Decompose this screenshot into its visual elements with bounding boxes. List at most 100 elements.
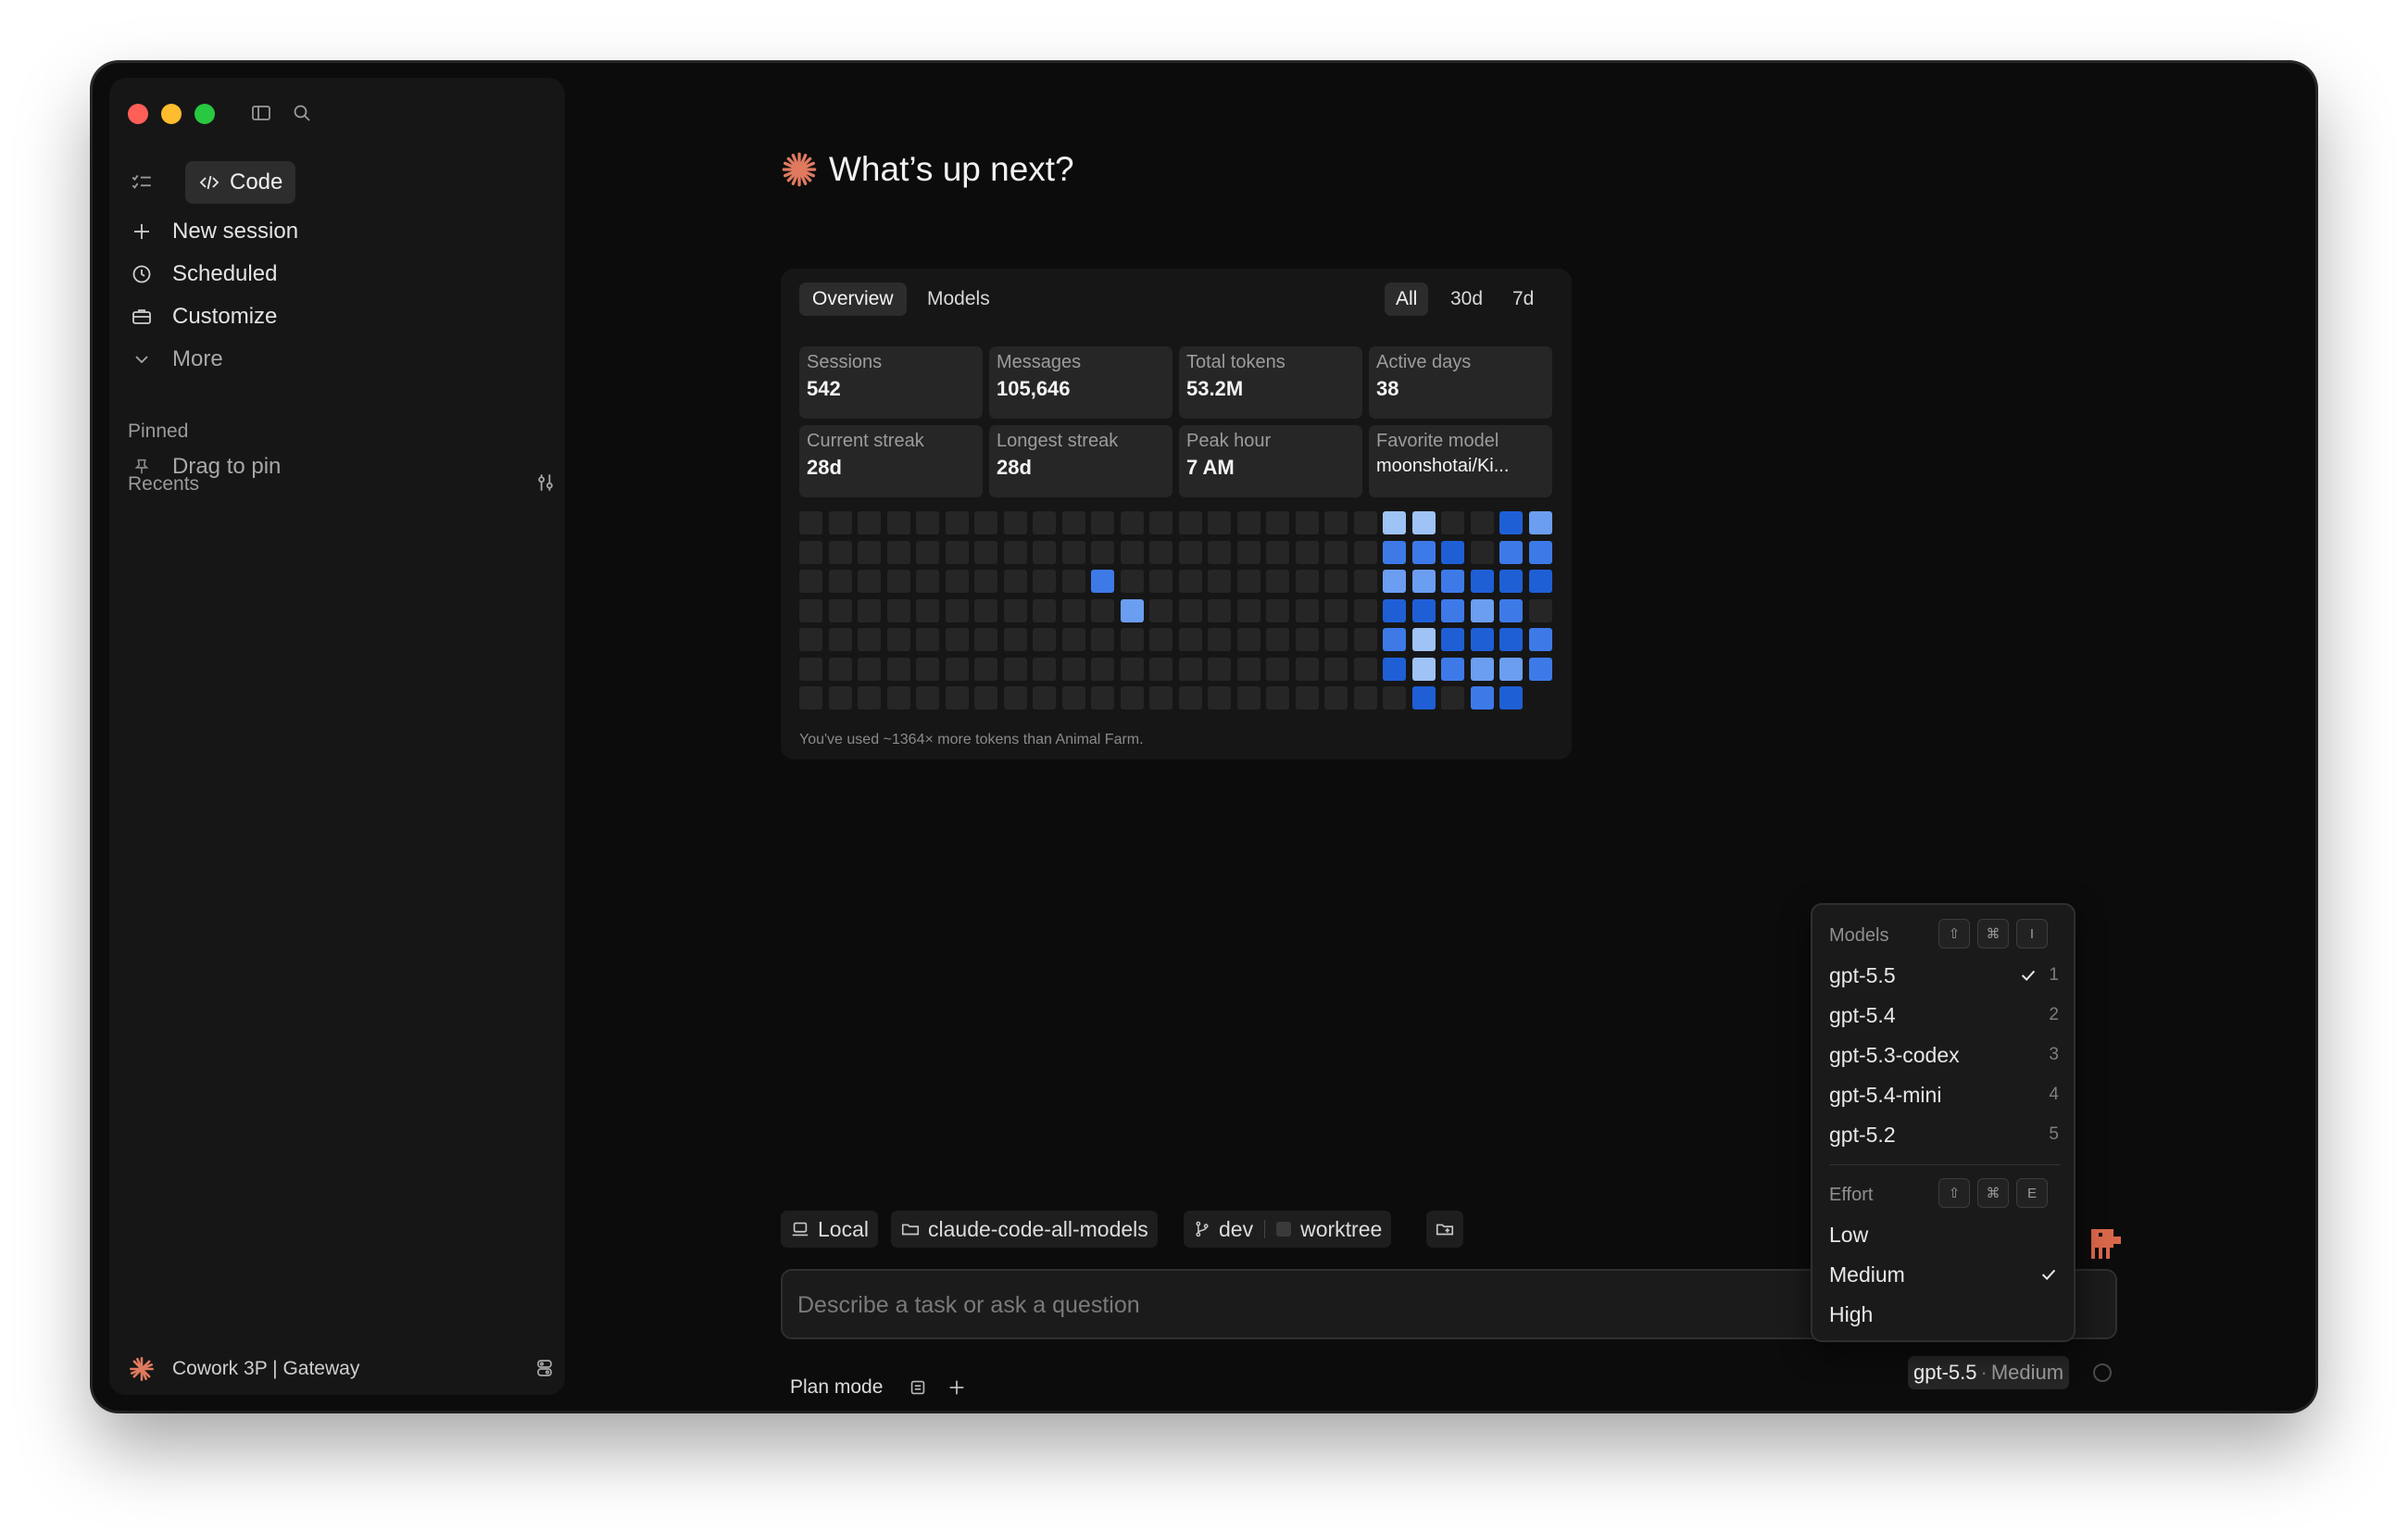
heatmap-cell xyxy=(946,628,969,651)
scheduled-label: Scheduled xyxy=(172,261,278,286)
close-window-button[interactable] xyxy=(128,104,148,124)
heatmap-cell xyxy=(1354,658,1377,681)
heatmap-cell xyxy=(829,686,852,709)
branch-chip[interactable]: dev worktree xyxy=(1184,1211,1392,1248)
stat-label: Active days xyxy=(1376,352,1472,372)
worktree-toggle-icon[interactable] xyxy=(1276,1222,1292,1237)
heatmap-cell xyxy=(1004,686,1027,709)
model-name: gpt-5.5 xyxy=(1913,1361,1977,1384)
more-label: More xyxy=(172,346,223,371)
plan-mode-toggle[interactable]: Plan mode xyxy=(790,1371,883,1404)
heatmap-cell xyxy=(829,541,852,564)
heatmap-cell xyxy=(799,511,822,534)
heatmap-cell xyxy=(1354,541,1377,564)
heatmap-cell xyxy=(1033,599,1056,622)
more-button[interactable]: More xyxy=(128,339,223,380)
customize-button[interactable]: Customize xyxy=(128,296,277,337)
settings-grid-icon[interactable] xyxy=(533,1357,556,1384)
heatmap-cell xyxy=(974,511,997,534)
heatmap-cell xyxy=(1091,599,1114,622)
model-option-label: gpt-5.4-mini xyxy=(1829,1082,1942,1107)
scheduled-button[interactable]: Scheduled xyxy=(128,254,277,295)
worktree-label: worktree xyxy=(1300,1216,1383,1241)
range-30d[interactable]: 30d xyxy=(1437,283,1496,316)
heatmap-cell xyxy=(916,686,939,709)
heatmap-cell xyxy=(1499,658,1523,681)
add-folder-button[interactable] xyxy=(1426,1211,1463,1248)
workspace-label: Cowork 3P | Gateway xyxy=(172,1358,360,1379)
menu-item-gpt-5-4[interactable]: gpt-5.4 2 xyxy=(1829,997,2061,1034)
heatmap-cell xyxy=(858,511,881,534)
heatmap-cell xyxy=(1149,599,1173,622)
tab-overview[interactable]: Overview xyxy=(799,283,907,316)
shortcut-number: 1 xyxy=(2049,965,2059,985)
range-7d[interactable]: 7d xyxy=(1499,283,1547,316)
project-folder-chip[interactable]: claude-code-all-models xyxy=(891,1211,1158,1248)
filter-sliders-icon[interactable] xyxy=(533,471,558,499)
heatmap-cell xyxy=(1412,628,1436,651)
maximize-window-button[interactable] xyxy=(194,104,215,124)
environment-chip[interactable]: Local xyxy=(781,1211,878,1248)
heatmap-cell xyxy=(916,628,939,651)
checkmark-icon xyxy=(2038,1264,2059,1285)
context-usage-ring-icon[interactable] xyxy=(2093,1363,2112,1382)
heatmap-cell xyxy=(1179,628,1202,651)
add-attachment-button[interactable] xyxy=(947,1371,967,1404)
page-title: What’s up next? xyxy=(781,150,1074,189)
sidebar: Code New session Scheduled Customize Mor… xyxy=(109,78,565,1395)
heatmap-cell xyxy=(799,541,822,564)
heatmap-cell xyxy=(1208,628,1231,651)
heatmap-cell xyxy=(1296,599,1319,622)
menu-item-gpt-5-4-mini[interactable]: gpt-5.4-mini 4 xyxy=(1829,1076,2061,1113)
heatmap-cell xyxy=(1324,511,1348,534)
laptop-icon xyxy=(790,1219,810,1239)
shortcut-number: 2 xyxy=(2049,1005,2059,1024)
menu-item-gpt-5-5[interactable]: gpt-5.5 1 xyxy=(1829,957,2061,994)
heatmap-cell xyxy=(829,628,852,651)
stat-label: Messages xyxy=(997,352,1082,372)
heatmap-cell xyxy=(1383,511,1406,534)
tasks-list-icon[interactable] xyxy=(130,170,154,199)
model-selector-button[interactable]: gpt-5.5 · Medium xyxy=(1908,1356,2070,1389)
menu-item-effort-low[interactable]: Low xyxy=(1829,1216,2061,1253)
heatmap-cell xyxy=(1237,628,1260,651)
heatmap-cell xyxy=(1121,628,1144,651)
environment-label: Local xyxy=(818,1216,869,1241)
sidebar-toggle-icon[interactable] xyxy=(250,102,272,129)
headline-text: What’s up next? xyxy=(829,150,1074,188)
shortcut-number: 4 xyxy=(2049,1085,2059,1104)
heatmap-cell xyxy=(1121,511,1144,534)
heatmap-cell xyxy=(1529,628,1552,651)
heatmap-cell xyxy=(1121,541,1144,564)
range-all[interactable]: All xyxy=(1385,283,1429,316)
heatmap-cell xyxy=(974,570,997,593)
menu-item-gpt-5-2[interactable]: gpt-5.2 5 xyxy=(1829,1116,2061,1153)
heatmap-cell xyxy=(1529,658,1552,681)
plan-doc-icon[interactable] xyxy=(908,1371,928,1404)
heatmap-cell xyxy=(1208,599,1231,622)
heatmap-cell xyxy=(1062,541,1085,564)
tab-models[interactable]: Models xyxy=(914,283,1003,316)
stat-card-peak-hour: Peak hour 7 AM xyxy=(1179,425,1362,497)
heatmap-cell xyxy=(1529,541,1552,564)
heatmap-cell xyxy=(1179,511,1202,534)
effort-option-label: High xyxy=(1829,1301,1874,1326)
effort-heading: Effort xyxy=(1829,1185,1874,1205)
heatmap-cell xyxy=(1441,570,1464,593)
menu-item-effort-medium[interactable]: Medium xyxy=(1829,1256,2061,1293)
search-icon[interactable] xyxy=(291,102,313,129)
code-mode-button[interactable]: Code xyxy=(185,161,296,204)
minimize-window-button[interactable] xyxy=(161,104,182,124)
heatmap-cell xyxy=(799,628,822,651)
model-option-label: gpt-5.2 xyxy=(1829,1122,1896,1147)
heatmap-cell xyxy=(946,658,969,681)
heatmap-cell xyxy=(1499,541,1523,564)
new-session-button[interactable]: New session xyxy=(128,211,298,252)
menu-item-gpt-5-3-codex[interactable]: gpt-5.3-codex 3 xyxy=(1829,1036,2061,1074)
heatmap-cell xyxy=(946,541,969,564)
menu-item-effort-high[interactable]: High xyxy=(1829,1296,2061,1333)
workspace-switcher[interactable]: Cowork 3P | Gateway xyxy=(128,1349,359,1389)
heatmap-cell xyxy=(1237,686,1260,709)
app-window: Code New session Scheduled Customize Mor… xyxy=(93,63,2315,1411)
heatmap-cell xyxy=(1121,686,1144,709)
